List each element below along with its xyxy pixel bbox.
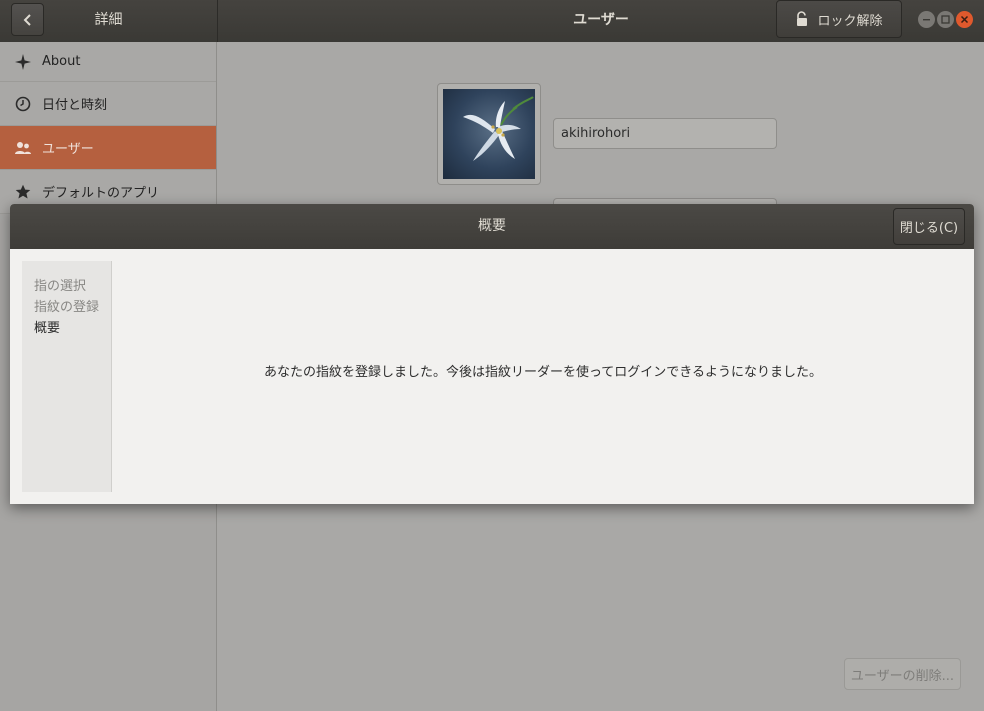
- sidebar-item-datetime[interactable]: 日付と時刻: [0, 82, 216, 126]
- sidebar-item-about[interactable]: About: [0, 42, 216, 82]
- sparkle-icon: [14, 53, 32, 71]
- remove-user-button[interactable]: ユーザーの削除...: [844, 658, 961, 690]
- sidebar-item-users[interactable]: ユーザー: [0, 126, 216, 170]
- dialog-header: 概要 閉じる(C): [10, 204, 974, 249]
- avatar: [443, 89, 535, 179]
- unlock-label: ロック解除: [817, 13, 883, 29]
- clock-icon: [14, 95, 32, 113]
- dialog-body: 指の選択 指紋の登録 概要 あなたの指紋を登録しました。今後は指紋リーダーを使っ…: [10, 249, 974, 504]
- sidebar-item-label: About: [42, 54, 81, 69]
- step-select-finger: 指の選択: [34, 279, 87, 294]
- summary-message: あなたの指紋を登録しました。今後は指紋リーダーを使ってログインできるようになりま…: [263, 365, 823, 380]
- star-icon: [14, 183, 32, 201]
- chevron-left-icon: [23, 13, 31, 26]
- step-enroll-fingerprint: 指紋の登録: [34, 300, 100, 315]
- sidebar-item-label: ユーザー: [42, 142, 94, 157]
- window-titlebar: 詳細 ユーザー ロック解除: [0, 0, 984, 42]
- minimize-icon: [923, 19, 930, 21]
- close-icon: [960, 15, 969, 24]
- sidebar-item-label: デフォルトのアプリ: [42, 186, 160, 201]
- maximize-icon: [941, 15, 950, 24]
- close-window-button[interactable]: [956, 11, 973, 28]
- step-summary: 概要: [34, 321, 61, 336]
- maximize-button[interactable]: [937, 11, 954, 28]
- unlock-button[interactable]: ロック解除: [776, 0, 902, 38]
- minimize-button[interactable]: [918, 11, 935, 28]
- fingerprint-dialog: 概要 閉じる(C) 指の選択 指紋の登録 概要 あなたの指紋を登録しました。今後…: [10, 204, 974, 504]
- avatar-button[interactable]: [437, 83, 541, 185]
- users-icon: [14, 139, 32, 157]
- username-field[interactable]: [553, 118, 777, 149]
- back-button[interactable]: [11, 3, 44, 36]
- lock-icon: [797, 11, 808, 26]
- sidebar-item-label: 日付と時刻: [42, 98, 108, 113]
- dialog-title: 概要: [478, 218, 506, 234]
- close-button[interactable]: 閉じる(C): [893, 208, 965, 245]
- lily-flower-image: [463, 96, 534, 161]
- assistant-steps: 指の選択 指紋の登録 概要: [22, 261, 112, 492]
